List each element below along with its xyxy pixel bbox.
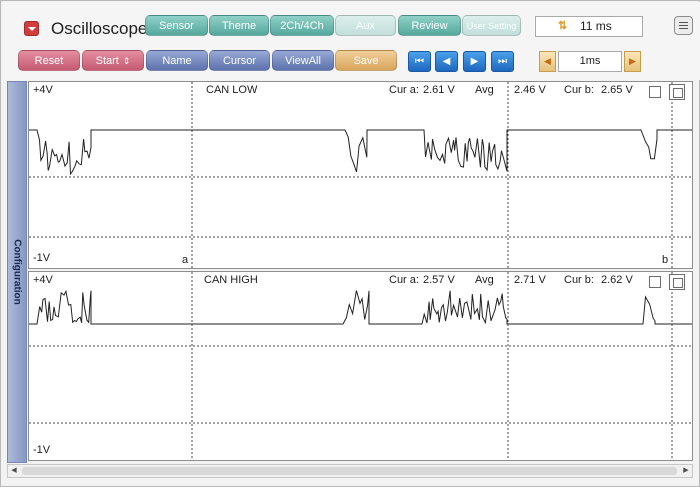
viewall-button[interactable]: ViewAll: [272, 50, 334, 71]
cursor-a-readout-label: Cur a:: [389, 274, 419, 286]
step-decrease-icon[interactable]: ◀: [539, 51, 556, 72]
hamburger-menu-icon[interactable]: [674, 16, 693, 35]
app-title: Oscilloscope: [51, 19, 148, 38]
y-max-label: +4V: [33, 274, 53, 286]
y-min-label: -1V: [33, 444, 51, 456]
cursor-b-readout: 2.62 V: [601, 274, 633, 286]
step-increase-icon[interactable]: ▶: [624, 51, 641, 72]
channel-checkbox[interactable]: [649, 86, 661, 98]
average-readout: 2.46 V: [514, 84, 546, 96]
channel-name: CAN HIGH: [204, 274, 258, 286]
timebase-value: 11 ms: [580, 19, 612, 33]
timebase-display[interactable]: ⇅ 11 ms: [535, 16, 643, 37]
timebase-icon: ⇅: [558, 20, 568, 32]
configuration-tab[interactable]: Configuration: [7, 81, 27, 463]
scope-panel-can-low: +4V -1V CAN LOW Cur a: 2.61 V Avg 2.46 V…: [28, 81, 693, 269]
channel-name: CAN LOW: [206, 84, 258, 96]
start-button[interactable]: Start ⇕: [82, 50, 144, 71]
average-readout: 2.71 V: [514, 274, 546, 286]
average-readout-label: Avg: [475, 84, 494, 96]
cursor-b-readout-label: Cur b:: [564, 84, 594, 96]
app-menu-icon[interactable]: [24, 21, 39, 36]
toolbar: Oscilloscope Sensor Theme 2Ch/4Ch Aux Re…: [2, 2, 700, 80]
reset-button[interactable]: Reset: [18, 50, 80, 71]
signal-trace: [29, 289, 692, 325]
scroll-left-icon[interactable]: ◀: [8, 465, 20, 477]
next-icon[interactable]: ▶: [463, 51, 486, 72]
cursor-button[interactable]: Cursor: [209, 50, 270, 71]
name-button[interactable]: Name: [146, 50, 208, 71]
cursor-b-label: b: [662, 254, 669, 266]
scope-panel-can-high: +4V -1V CAN HIGH Cur a: 2.57 V Avg 2.71 …: [28, 271, 693, 461]
stepper-arrows-icon: ⇕: [122, 56, 131, 66]
previous-icon[interactable]: ◀: [435, 51, 458, 72]
sensor-button[interactable]: Sensor: [145, 15, 208, 36]
horizontal-scrollbar[interactable]: ◀ ▶: [7, 464, 693, 478]
last-page-icon[interactable]: ⏭: [491, 51, 514, 72]
user-setting-button[interactable]: User Setting: [462, 15, 521, 36]
cursor-b-readout: 2.65 V: [601, 84, 633, 96]
channel-checkbox[interactable]: [649, 276, 661, 288]
cursor-a-readout-label: Cur a:: [389, 84, 419, 96]
maximize-panel-icon[interactable]: [669, 274, 685, 290]
first-page-icon[interactable]: ⏮: [408, 51, 431, 72]
channel-mode-button[interactable]: 2Ch/4Ch: [270, 15, 334, 36]
scroll-right-icon[interactable]: ▶: [680, 465, 692, 477]
aux-button[interactable]: Aux: [335, 15, 396, 36]
y-max-label: +4V: [33, 84, 53, 96]
grid: [29, 272, 692, 460]
maximize-panel-icon[interactable]: [669, 84, 685, 100]
theme-button[interactable]: Theme: [209, 15, 269, 36]
step-value[interactable]: 1ms: [558, 51, 622, 72]
start-label: Start: [95, 55, 119, 67]
configuration-tab-label: Configuration: [11, 239, 23, 305]
signal-trace: [29, 129, 692, 176]
review-button[interactable]: Review: [398, 15, 461, 36]
app-window: Oscilloscope Sensor Theme 2Ch/4Ch Aux Re…: [0, 0, 700, 487]
average-readout-label: Avg: [475, 274, 494, 286]
cursor-b-readout-label: Cur b:: [564, 274, 594, 286]
scope-plot-can-high: [29, 272, 692, 460]
scope-plot-can-low: [29, 82, 692, 268]
cursor-a-label: a: [182, 254, 189, 266]
cursor-a-readout: 2.61 V: [423, 84, 455, 96]
y-min-label: -1V: [33, 252, 51, 264]
grid: [29, 82, 692, 268]
save-button[interactable]: Save: [335, 50, 397, 71]
scrollbar-thumb[interactable]: [22, 467, 677, 475]
cursor-a-readout: 2.57 V: [423, 274, 455, 286]
